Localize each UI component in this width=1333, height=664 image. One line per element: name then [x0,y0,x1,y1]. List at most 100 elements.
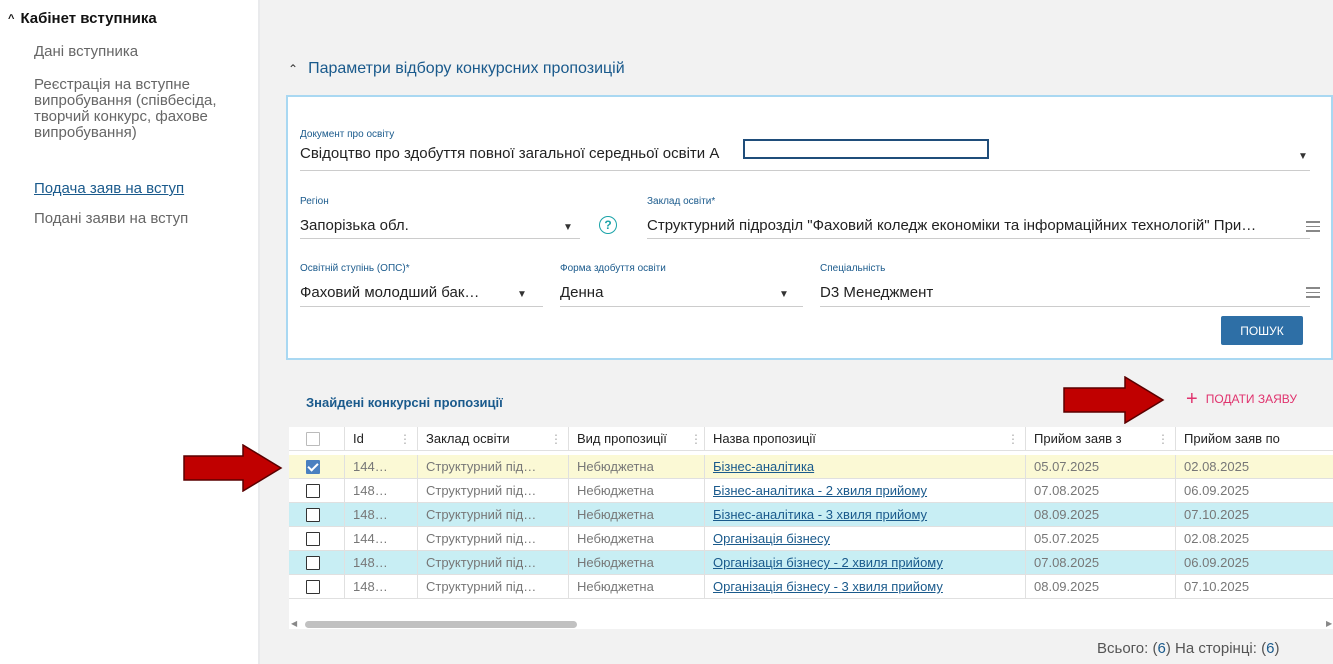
cell-kind: Небюджетна [569,575,705,599]
offer-name-link[interactable]: Бізнес-аналітика - 3 хвиля прийому [705,503,1026,527]
select-all-checkbox[interactable] [306,432,320,446]
table-header-row: Id ⋮ Заклад освіти ⋮ Вид пропозиції ⋮ Назва… [289,427,1333,451]
cell-kind: Небюджетна [569,479,705,503]
dropdown-caret-icon[interactable]: ▼ [1298,151,1308,162]
table-row[interactable]: 144… Структурний під… Небюджетна Організаці… [289,527,1333,551]
total-label: Всього: ( [1097,640,1158,657]
cell-kind: Небюджетна [569,551,705,575]
cell-kind: Небюджетна [569,503,705,527]
column-header-name[interactable]: Назва пропозиції ⋮ [705,427,1026,451]
dropdown-caret-icon[interactable]: ▼ [517,289,527,300]
column-header-institution[interactable]: Заклад освіти ⋮ [418,427,569,451]
sidebar-item-submit-applications[interactable]: Подача заяв на вступ [34,181,249,197]
chevron-up-icon: ⌃ [288,62,299,76]
sidebar: ^ Кабінет вступника Дані вступника Реєст… [0,0,260,664]
table-row[interactable]: 148… Структурний під… Небюджетна Бізнес-ана… [289,479,1333,503]
column-header-label: Id [353,431,364,446]
results-grid: Id ⋮ Заклад освіти ⋮ Вид пропозиції ⋮ Назва… [289,427,1333,619]
cell-id: 144… [345,455,418,479]
column-header-to[interactable]: Прийом заяв по [1176,427,1333,451]
total-count: 6 [1157,640,1166,657]
row-checkbox[interactable] [306,556,320,570]
table-row[interactable]: 148… Структурний під… Небюджетна Організаці… [289,575,1333,599]
filters-title: Параметри відбору конкурсних пропозицій [308,60,625,77]
plus-icon: + [1186,388,1198,410]
filters-toggle[interactable]: ⌃ Параметри відбору конкурсних пропозиці… [288,60,625,78]
select-cell [289,503,345,527]
table-row[interactable]: 148… Структурний під… Небюджетна Бізнес-ана… [289,503,1333,527]
cell-inst: Структурний під… [418,551,569,575]
column-menu-icon[interactable]: ⋮ [1157,427,1169,451]
sidebar-item-applicant-data[interactable]: Дані вступника [34,44,249,60]
form-select[interactable]: Денна [560,284,760,301]
dropdown-caret-icon[interactable]: ▼ [779,289,789,300]
column-header-from[interactable]: Прийом заяв з ⋮ [1026,427,1176,451]
cell-kind: Небюджетна [569,455,705,479]
offer-name-link[interactable]: Організація бізнесу [705,527,1026,551]
offer-name-link[interactable]: Бізнес-аналітика [705,455,1026,479]
cell-from: 05.07.2025 [1026,455,1176,479]
select-cell [289,551,345,575]
institution-label: Заклад освіти* [647,196,716,207]
scroll-right-icon[interactable]: ▶ [1326,619,1332,628]
table-row[interactable]: 148… Структурний під… Небюджетна Організаці… [289,551,1333,575]
column-menu-icon[interactable]: ⋮ [1007,427,1019,451]
form-underline [560,306,803,307]
sidebar-section-toggle[interactable]: ^ Кабінет вступника [8,10,157,27]
submit-application-label: ПОДАТИ ЗАЯВУ [1205,392,1298,406]
degree-select[interactable]: Фаховий молодший бак… [300,284,510,301]
degree-label: Освітній ступінь (ОПС)* [300,263,410,274]
row-checkbox[interactable] [306,532,320,546]
column-header-label: Назва пропозиції [713,431,816,446]
table-row[interactable]: 144… Структурний під… Небюджетна Бізнес-ана… [289,455,1333,479]
cell-id: 144… [345,527,418,551]
cell-kind: Небюджетна [569,527,705,551]
offer-name-link[interactable]: Бізнес-аналітика - 2 хвиля прийому [705,479,1026,503]
cell-from: 07.08.2025 [1026,551,1176,575]
arrow-annotation-icon [183,444,283,492]
scroll-left-icon[interactable]: ◀ [291,619,297,628]
row-checkbox[interactable] [306,580,320,594]
institution-underline [647,238,1310,239]
cell-id: 148… [345,575,418,599]
select-cell [289,575,345,599]
select-cell [289,455,345,479]
dropdown-caret-icon[interactable]: ▼ [563,222,573,233]
specialty-underline [820,306,1310,307]
cell-to: 02.08.2025 [1184,459,1250,474]
results-title: Знайдені конкурсні пропозиції [306,395,503,410]
scrollbar-thumb[interactable] [305,621,577,628]
cell-id: 148… [345,503,418,527]
degree-underline [300,306,543,307]
column-menu-icon[interactable]: ⋮ [690,427,702,451]
help-icon[interactable]: ? [599,216,617,234]
column-header-label: Прийом заяв з [1034,431,1122,446]
specialty-select[interactable]: D3 Менеджмент [820,284,1280,301]
cell-to: 06.09.2025 [1184,483,1250,498]
cell-to: 07.10.2025 [1184,579,1250,594]
sidebar-item-exam-registration[interactable]: Реєстрація на вступне випробування (спів… [34,77,234,141]
chevron-up-icon: ^ [8,12,15,25]
list-icon[interactable] [1306,221,1320,232]
sidebar-item-submitted-applications[interactable]: Подані заяви на вступ [34,211,249,227]
row-checkbox[interactable] [306,460,320,474]
row-checkbox[interactable] [306,484,320,498]
submit-application-button[interactable]: + ПОДАТИ ЗАЯВУ [1186,388,1298,410]
offer-name-link[interactable]: Організація бізнесу - 2 хвиля прийому [705,551,1026,575]
cell-to: 06.09.2025 [1184,555,1250,570]
cell-inst: Структурний під… [418,455,569,479]
institution-select[interactable]: Структурний підрозділ "Фаховий коледж ек… [647,217,1297,234]
arrow-annotation-icon [1063,376,1165,424]
cell-to: 02.08.2025 [1184,531,1250,546]
cell-id: 148… [345,551,418,575]
cell-inst: Структурний під… [418,575,569,599]
column-menu-icon[interactable]: ⋮ [399,427,411,451]
search-button[interactable]: ПОШУК [1221,316,1303,345]
column-header-kind[interactable]: Вид пропозиції ⋮ [569,427,705,451]
list-icon[interactable] [1306,287,1320,298]
column-menu-icon[interactable]: ⋮ [550,427,562,451]
region-select[interactable]: Запорізька обл. [300,217,540,234]
column-header-id[interactable]: Id ⋮ [345,427,418,451]
row-checkbox[interactable] [306,508,320,522]
offer-name-link[interactable]: Організація бізнесу - 3 хвиля прийому [705,575,1026,599]
